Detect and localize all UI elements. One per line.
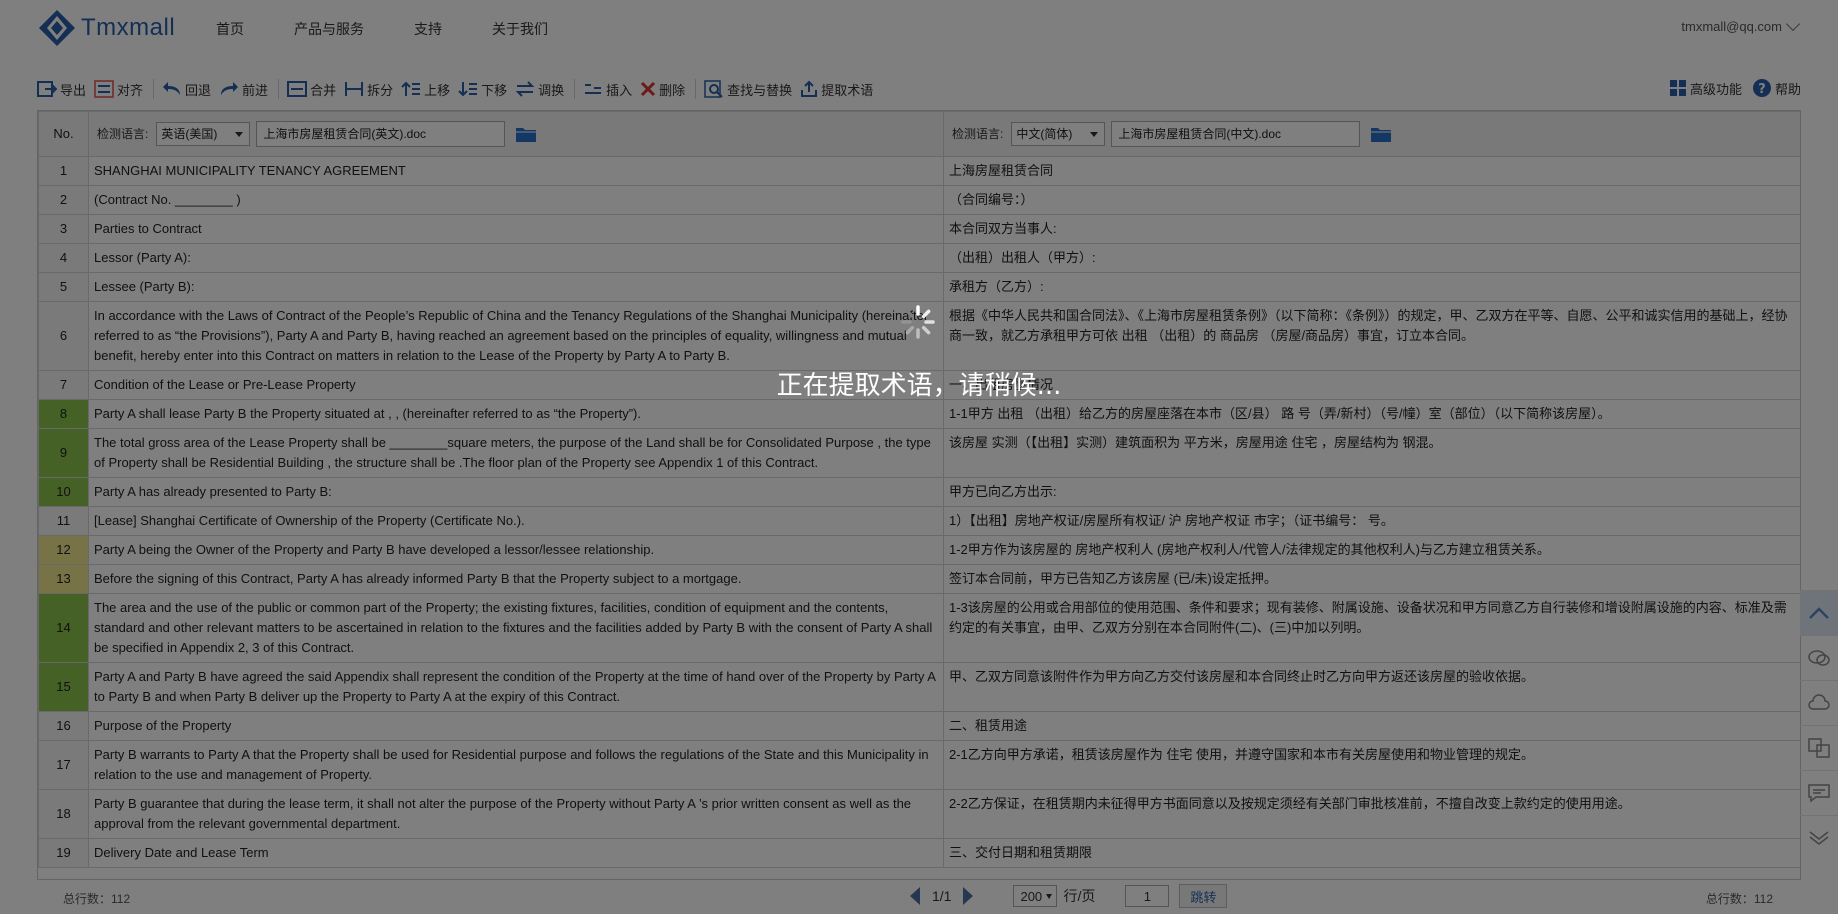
spinner-icon [901,305,935,339]
loading-message: 正在提取术语，请稍候... [776,371,1062,401]
loading-overlay: 正在提取术语，请稍候... [0,0,1838,914]
